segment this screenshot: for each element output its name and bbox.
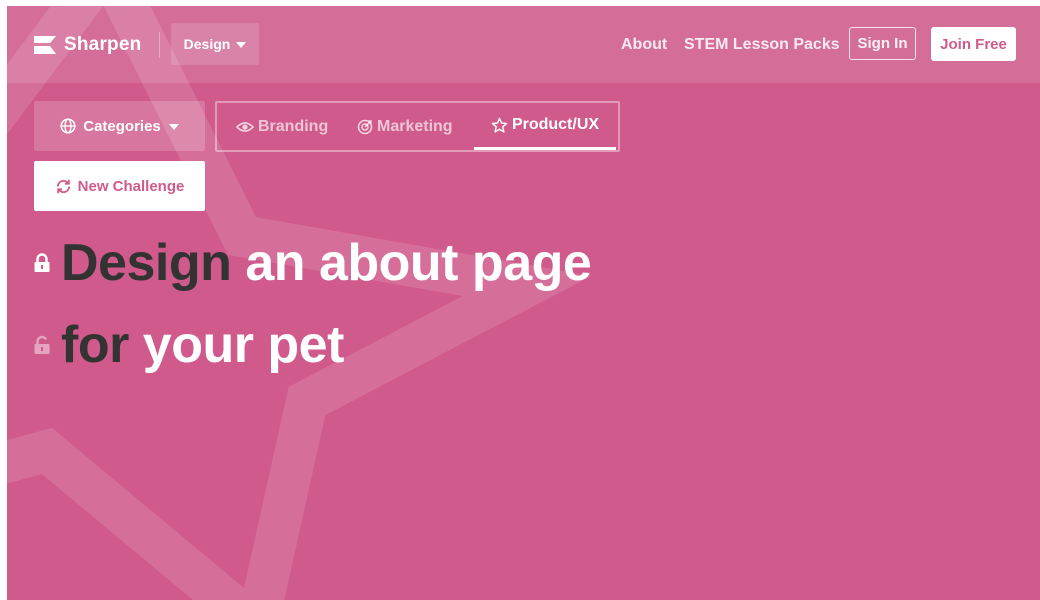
nav-about-link[interactable]: About (621, 36, 667, 54)
tab-label: Marketing (377, 117, 453, 135)
join-free-button[interactable]: Join Free (931, 27, 1016, 61)
brand-name: Sharpen (64, 34, 142, 55)
globe-icon (60, 118, 76, 134)
eye-icon (236, 121, 254, 132)
star-icon (491, 117, 508, 133)
sign-in-button[interactable]: Sign In (849, 27, 916, 60)
categories-label: Categories (83, 117, 161, 135)
background-star-shape (7, 6, 592, 600)
tab-branding[interactable]: Branding (236, 103, 328, 150)
category-tabs: Branding Marketing Product/UX (215, 101, 620, 152)
tab-marketing[interactable]: Marketing (357, 103, 453, 150)
categories-dropdown-button[interactable]: Categories (34, 101, 205, 151)
nav-stem-lesson-packs-link[interactable]: STEM Lesson Packs (684, 36, 840, 54)
new-challenge-button[interactable]: New Challenge (34, 161, 205, 211)
refresh-icon (56, 179, 70, 193)
lock-closed-icon[interactable] (33, 253, 51, 273)
brand-logo[interactable]: Sharpen (34, 34, 141, 56)
challenge-line-1: Design an about page (33, 223, 592, 303)
tab-label: Branding (258, 117, 329, 135)
lock-open-icon[interactable] (33, 335, 51, 355)
new-challenge-label: New Challenge (77, 177, 185, 195)
app-frame: Sharpen Design About STEM Lesson Packs S… (7, 6, 1040, 600)
caret-down-icon (236, 42, 247, 48)
caret-down-icon (168, 124, 179, 130)
challenge-verb: Design (61, 234, 232, 292)
tab-product-ux[interactable]: Product/UX (474, 103, 616, 150)
sharpen-logo-icon (34, 36, 56, 54)
dropdown-label: Design (183, 36, 231, 52)
challenge-connector: for (61, 316, 129, 374)
target-icon (357, 119, 373, 134)
logo-divider (159, 32, 160, 58)
design-category-dropdown[interactable]: Design (171, 23, 259, 65)
challenge-subject: an about page (245, 234, 592, 292)
challenge-object: your pet (142, 316, 345, 374)
challenge-line-2: for your pet (33, 305, 344, 385)
top-navbar: Sharpen Design About STEM Lesson Packs S… (7, 6, 1040, 83)
tab-label: Product/UX (511, 116, 600, 133)
